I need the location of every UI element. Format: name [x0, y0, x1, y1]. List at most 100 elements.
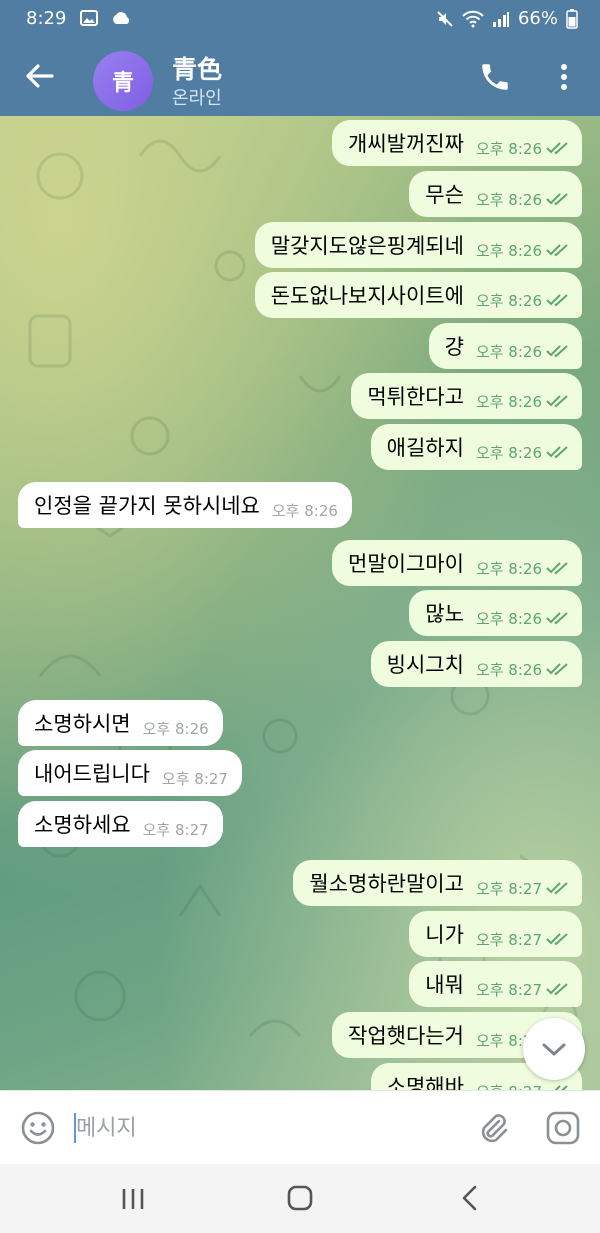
message-time: 오후 8:27	[476, 1081, 542, 1091]
message-time: 오후 8:26	[142, 719, 209, 738]
message-time: 오후 8:27	[475, 930, 542, 949]
avatar[interactable]: 青	[93, 51, 153, 111]
outgoing-message[interactable]: 애길하지 오후 8:26	[370, 424, 582, 470]
chat-header: 青 青色 온라인	[0, 38, 600, 116]
message-meta: 오후 8:26	[272, 500, 338, 521]
double-check-icon	[546, 193, 568, 206]
message-time: 오후 8:26	[475, 660, 542, 679]
double-check-icon	[546, 882, 568, 895]
battery-icon	[566, 8, 578, 29]
message-meta: 오후 8:26	[476, 558, 570, 579]
outgoing-message[interactable]: 많노 오후 8:26	[409, 590, 582, 636]
message-time: 오후 8:26	[475, 241, 542, 260]
outgoing-message[interactable]: 뭘소명하란말이고 오후 8:27	[293, 860, 582, 906]
message-text: 소명해바	[386, 1075, 464, 1090]
system-icons: 66%	[436, 8, 578, 29]
message-input[interactable]	[76, 1105, 456, 1151]
message-meta: 오후 8:27	[162, 768, 228, 789]
outgoing-message[interactable]: 먼말이그마이 오후 8:26	[332, 540, 582, 586]
home-icon[interactable]	[286, 1184, 314, 1212]
message-time: 오후 8:27	[475, 980, 542, 999]
chat-title[interactable]: 青色	[172, 50, 222, 86]
message-text: 말갖지도않은핑계되네	[270, 234, 464, 258]
message-text: 먼말이그마이	[348, 552, 464, 576]
message-time: 오후 8:26	[475, 559, 542, 578]
phone-icon[interactable]	[478, 60, 512, 94]
smile-icon[interactable]	[20, 1110, 56, 1146]
notification-icons	[80, 8, 132, 29]
message-time: 오후 8:26	[475, 443, 542, 462]
outgoing-message[interactable]: 말갖지도않은핑계되네 오후 8:26	[254, 222, 582, 268]
message-text: 소명하시면	[34, 712, 131, 736]
incoming-message[interactable]: 소명하세요 오후 8:27	[18, 801, 223, 847]
message-time: 오후 8:26	[475, 139, 542, 158]
message-time: 오후 8:27	[161, 769, 228, 788]
message-meta: 오후 8:26	[476, 240, 570, 261]
system-navigation-bar	[0, 1164, 600, 1233]
message-time: 오후 8:26	[271, 501, 338, 520]
message-meta: 오후 8:27	[476, 929, 570, 950]
status-time: 8:29	[26, 8, 67, 29]
outgoing-message[interactable]: 먹튀한다고 오후 8:26	[351, 373, 582, 419]
message-text: 무슨	[425, 183, 464, 207]
message-meta: 오후 8:26	[476, 608, 570, 629]
incoming-message[interactable]: 소명하시면 오후 8:26	[18, 700, 223, 746]
outgoing-message[interactable]: 개씨발꺼진짜 오후 8:26	[332, 120, 582, 166]
mute-icon	[437, 10, 453, 27]
message-time: 오후 8:27	[475, 879, 542, 898]
message-meta: 오후 8:26	[476, 391, 570, 412]
message-meta: 오후 8:26	[143, 718, 209, 739]
message-time: 오후 8:26	[475, 342, 542, 361]
double-check-icon	[546, 612, 568, 625]
double-check-icon	[546, 446, 568, 459]
message-time: 오후 8:26	[475, 190, 542, 209]
double-check-icon	[546, 294, 568, 307]
message-text: 내뭐	[425, 973, 464, 997]
composer	[0, 1090, 600, 1164]
status-bar: 8:29 66%	[0, 0, 600, 38]
outgoing-message[interactable]: 무슨 오후 8:26	[409, 171, 582, 217]
more-vert-icon[interactable]	[552, 60, 576, 94]
message-text: 내어드립니다	[34, 762, 150, 786]
message-time: 오후 8:27	[142, 820, 209, 839]
incoming-message[interactable]: 내어드립니다 오후 8:27	[18, 750, 242, 796]
chevron-down-icon	[542, 1043, 566, 1056]
message-text: 많노	[425, 602, 464, 626]
message-meta: 오후 8:26	[476, 138, 570, 159]
message-meta: 오후 8:26	[476, 189, 570, 210]
outgoing-message[interactable]: 걍 오후 8:26	[428, 323, 582, 369]
online-status: 온라인	[172, 88, 222, 109]
message-time: 오후 8:26	[475, 609, 542, 628]
double-check-icon	[546, 142, 568, 155]
message-text: 뭘소명하란말이고	[309, 872, 464, 896]
outgoing-message[interactable]: 돈도없나보지사이트에 오후 8:26	[254, 272, 582, 318]
double-check-icon	[546, 983, 568, 996]
message-meta: 오후 8:27	[143, 819, 209, 840]
paperclip-icon[interactable]	[474, 1109, 512, 1147]
message-meta: 오후 8:26	[476, 341, 570, 362]
message-text: 인정을 끝가지 못하시네요	[34, 494, 260, 518]
message-meta: 오후 8:26	[476, 442, 570, 463]
message-meta: 오후 8:27	[476, 979, 570, 1000]
recent-apps-icon[interactable]	[119, 1186, 147, 1212]
instagram-camera-icon[interactable]	[545, 1110, 581, 1146]
double-check-icon	[546, 933, 568, 946]
scroll-down-button[interactable]	[523, 1018, 585, 1080]
gallery-icon	[80, 10, 98, 26]
outgoing-message[interactable]: 내뭐 오후 8:27	[409, 961, 582, 1007]
wifi-icon	[462, 10, 484, 27]
double-check-icon	[546, 395, 568, 408]
incoming-message[interactable]: 인정을 끝가지 못하시네요 오후 8:26	[18, 482, 352, 528]
back-icon[interactable]	[458, 1184, 482, 1212]
message-text: 먹튀한다고	[367, 385, 464, 409]
message-text: 니가	[425, 923, 464, 947]
double-check-icon	[546, 244, 568, 257]
arrow-left-icon[interactable]	[22, 58, 58, 94]
message-list[interactable]: 개씨발꺼진짜 오후 8:26 무슨 오후 8:26 말갖지도않은핑계되네 오후 8:26 돈…	[0, 116, 600, 1090]
outgoing-message[interactable]: 빙시그치 오후 8:26	[370, 641, 582, 687]
cloud-icon	[112, 12, 129, 24]
outgoing-message[interactable]: 니가 오후 8:27	[409, 911, 582, 957]
signal-icon	[492, 11, 509, 27]
message-meta: 오후 8:27	[476, 878, 570, 899]
message-time: 오후 8:26	[475, 392, 542, 411]
